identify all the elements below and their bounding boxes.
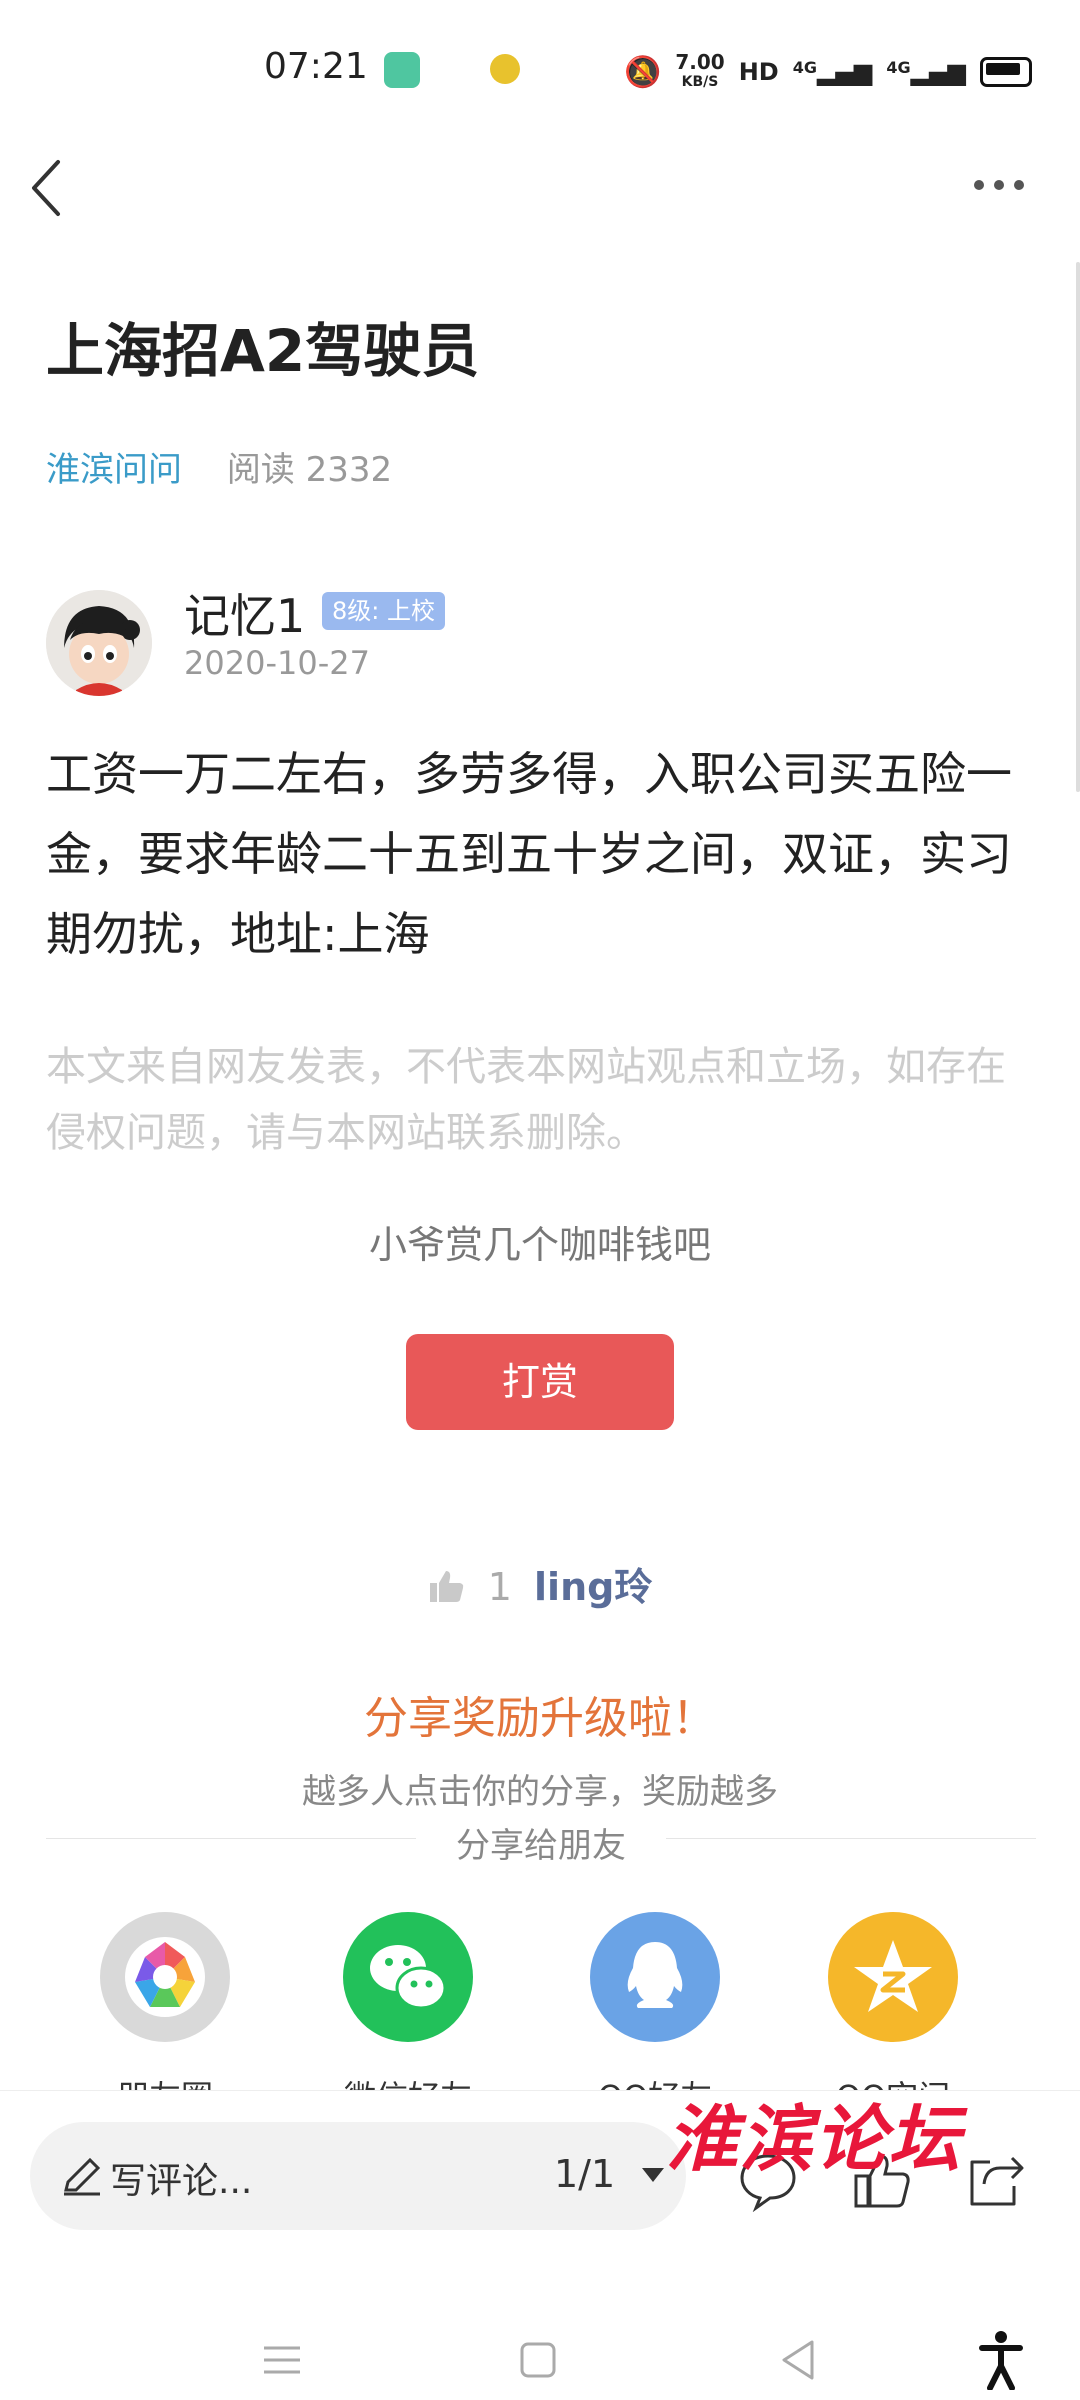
scrollbar[interactable] xyxy=(1076,262,1080,792)
post-title: 上海招A2驾驶员 xyxy=(46,317,480,385)
thumbs-up-icon xyxy=(429,1571,463,1602)
network-speed: 7.00 KB/S xyxy=(675,52,724,92)
forum-watermark: 淮滨论坛 xyxy=(666,2096,963,2181)
qzone-icon xyxy=(854,1940,932,2012)
pen-icon xyxy=(64,2157,101,2196)
level-badge: 8级: 上校 xyxy=(322,592,445,630)
post-meta: 淮滨问问 阅读 2332 xyxy=(46,442,392,491)
comment-placeholder: 写评论... xyxy=(110,2161,253,2202)
liker-name[interactable]: ling玲 xyxy=(534,1565,652,1609)
mute-icon: 🔕 xyxy=(623,54,662,90)
read-count: 阅读 2332 xyxy=(227,450,392,490)
dot-icon xyxy=(994,180,1004,190)
post-date: 2020-10-27 xyxy=(184,644,370,682)
likes-row: 1 ling玲 xyxy=(0,1556,1080,1611)
accessibility-icon[interactable] xyxy=(978,2330,1024,2390)
more-options-button[interactable] xyxy=(974,170,1038,200)
comment-input[interactable]: 写评论... 1/1 xyxy=(30,2122,686,2230)
status-right: 🔕 7.00 KB/S HD 4G▂▄▆ 4G▂▄▆ xyxy=(624,52,1032,92)
moments-share-button[interactable] xyxy=(100,1912,230,2042)
dot-icon xyxy=(974,180,984,190)
author-name[interactable]: 记忆1 xyxy=(184,580,305,646)
status-time: 07:21 xyxy=(264,46,368,87)
avatar-image xyxy=(46,590,152,696)
home-nav-icon[interactable] xyxy=(518,2340,558,2380)
disclaimer: 本文来自网友发表，不代表本网站观点和立场，如存在侵权问题，请与本网站联系删除。 xyxy=(46,1044,1006,1156)
music-notification-icon xyxy=(490,54,520,84)
signal-icon-2: 4G▂▄▆ xyxy=(886,58,966,86)
tip-button[interactable]: 打赏 xyxy=(406,1334,674,1430)
system-navigation-bar xyxy=(0,2250,1080,2400)
app-notification-icon xyxy=(384,52,420,88)
status-bar: 07:21 🔕 7.00 KB/S HD 4G▂▄▆ 4G▂▄▆ xyxy=(0,0,1080,140)
moments-icon xyxy=(125,1937,205,2017)
signal-label-2: 4G xyxy=(886,58,911,77)
menu-nav-icon[interactable] xyxy=(262,2340,302,2380)
wechat-share-button[interactable] xyxy=(343,1912,473,2042)
hd-indicator: HD xyxy=(738,58,779,86)
read-value: 2332 xyxy=(305,450,393,490)
network-speed-unit: KB/S xyxy=(681,74,719,90)
back-nav-icon[interactable] xyxy=(778,2338,818,2382)
qq-icon xyxy=(627,1942,683,2008)
back-arrow-icon xyxy=(32,160,60,216)
share-reward-title: 分享奖励升级啦！ xyxy=(364,1693,716,1744)
share-out-icon xyxy=(970,2156,1024,2206)
post-body: 工资一万二左右，多劳多得，入职公司买五险一金，要求年龄二十五到五十岁之间，双证，… xyxy=(46,747,1012,961)
signal-icon-1: 4G▂▄▆ xyxy=(792,58,873,86)
dot-icon xyxy=(1014,180,1024,190)
category-link[interactable]: 淮滨问问 xyxy=(46,450,182,490)
qzone-share-button[interactable] xyxy=(828,1912,958,2042)
network-speed-value: 7.00 xyxy=(675,50,725,74)
page-indicator[interactable]: 1/1 xyxy=(554,2152,615,2196)
read-label: 阅读 xyxy=(226,450,295,490)
share-divider: 分享给朋友 xyxy=(46,1818,1036,1866)
battery-icon xyxy=(980,57,1032,87)
qq-share-button[interactable] xyxy=(590,1912,720,2042)
signal-label-1: 4G xyxy=(792,58,817,77)
like-count: 1 xyxy=(487,1565,512,1609)
back-button[interactable] xyxy=(22,150,82,226)
tip-prompt: 小爷赏几个咖啡钱吧 xyxy=(368,1223,711,1267)
dropdown-triangle-icon xyxy=(642,2168,664,2182)
share-reward-subtitle: 越多人点击你的分享，奖励越多 xyxy=(302,1772,778,1812)
share-icon-button[interactable] xyxy=(964,2148,1028,2212)
share-divider-label: 分享给朋友 xyxy=(456,1826,626,1866)
wechat-icon xyxy=(370,1945,447,2010)
author-avatar[interactable] xyxy=(46,590,152,696)
